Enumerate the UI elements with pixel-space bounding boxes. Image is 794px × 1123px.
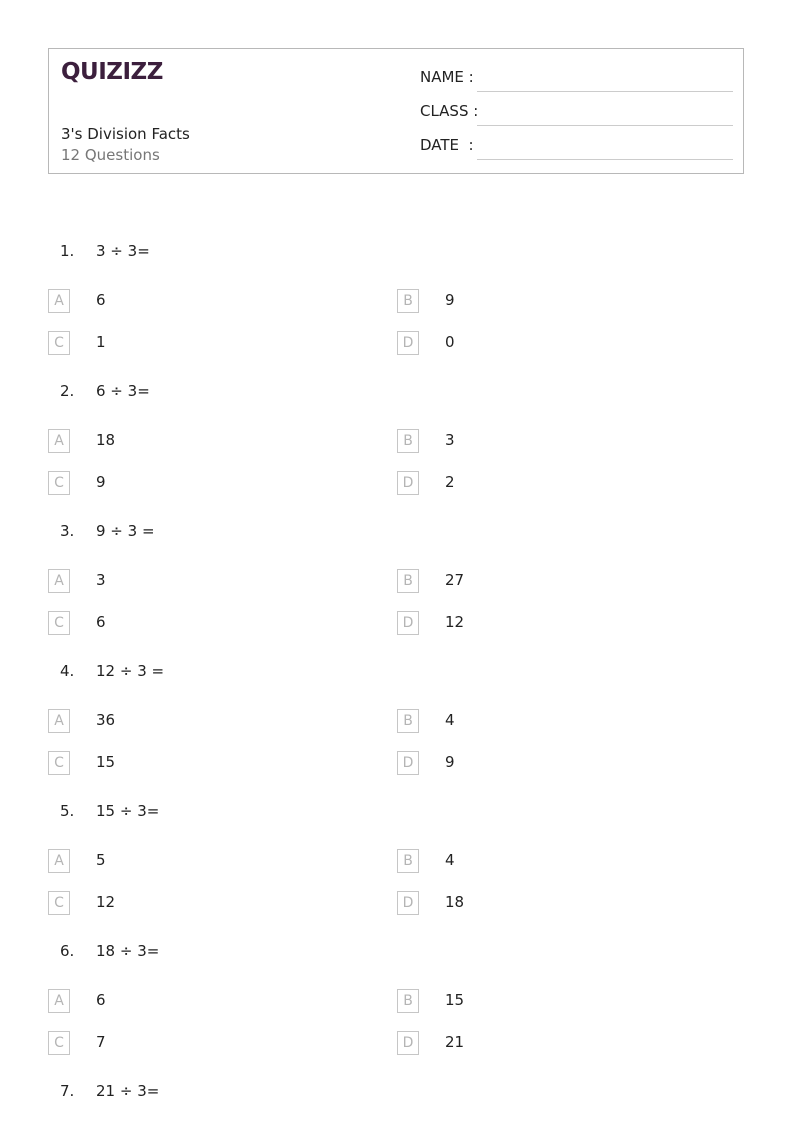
- option-letter-box[interactable]: B: [397, 569, 419, 593]
- option-letter-box[interactable]: C: [48, 471, 70, 495]
- option-text: 21: [445, 1033, 465, 1051]
- option-text: 12: [96, 893, 116, 911]
- option-letter-box[interactable]: D: [397, 611, 419, 635]
- option-letter-box[interactable]: C: [48, 751, 70, 775]
- option-letter-box[interactable]: B: [397, 429, 419, 453]
- option-text: 4: [445, 711, 455, 729]
- option-text: 6: [96, 991, 106, 1009]
- name-label: NAME :: [420, 68, 474, 86]
- class-field[interactable]: CLASS :: [420, 102, 733, 126]
- option-letter-box[interactable]: B: [397, 289, 419, 313]
- question-text: 21 ÷ 3=: [96, 1082, 160, 1100]
- question-number: 3.: [60, 522, 75, 540]
- question-text: 6 ÷ 3=: [96, 382, 150, 400]
- option-letter-box[interactable]: A: [48, 289, 70, 313]
- option-letter-box[interactable]: D: [397, 891, 419, 915]
- option-text: 3: [96, 571, 106, 589]
- option-text: 18: [445, 893, 465, 911]
- question-text: 18 ÷ 3=: [96, 942, 160, 960]
- option-letter-box[interactable]: A: [48, 849, 70, 873]
- option-text: 9: [96, 473, 106, 491]
- option-text: 3: [445, 431, 455, 449]
- option-text: 9: [445, 291, 455, 309]
- option-letter-box[interactable]: A: [48, 709, 70, 733]
- name-line[interactable]: [477, 91, 733, 92]
- question-text: 3 ÷ 3=: [96, 242, 150, 260]
- option-letter-box[interactable]: D: [397, 1031, 419, 1055]
- option-letter-box[interactable]: C: [48, 891, 70, 915]
- option-text: 12: [445, 613, 465, 631]
- option-text: 1: [96, 333, 106, 351]
- option-letter-box[interactable]: C: [48, 1031, 70, 1055]
- quizizz-logo: QUIZIZZ: [61, 59, 163, 85]
- option-text: 6: [96, 291, 106, 309]
- option-letter-box[interactable]: C: [48, 611, 70, 635]
- option-letter-box[interactable]: D: [397, 471, 419, 495]
- question-number: 7.: [60, 1082, 75, 1100]
- question-number: 1.: [60, 242, 75, 260]
- option-letter-box[interactable]: B: [397, 709, 419, 733]
- option-text: 9: [445, 753, 455, 771]
- question-number: 4.: [60, 662, 75, 680]
- question-text: 9 ÷ 3 =: [96, 522, 155, 540]
- worksheet-title: 3's Division Facts: [61, 125, 190, 143]
- option-text: 5: [96, 851, 106, 869]
- option-letter-box[interactable]: B: [397, 849, 419, 873]
- option-text: 2: [445, 473, 455, 491]
- option-text: 15: [96, 753, 116, 771]
- option-text: 27: [445, 571, 465, 589]
- question-text: 15 ÷ 3=: [96, 802, 160, 820]
- date-line[interactable]: [477, 159, 733, 160]
- option-text: 0: [445, 333, 455, 351]
- option-letter-box[interactable]: B: [397, 989, 419, 1013]
- option-text: 4: [445, 851, 455, 869]
- class-line[interactable]: [477, 125, 733, 126]
- question-number: 2.: [60, 382, 75, 400]
- question-number: 5.: [60, 802, 75, 820]
- option-letter-box[interactable]: A: [48, 569, 70, 593]
- option-letter-box[interactable]: C: [48, 331, 70, 355]
- option-text: 36: [96, 711, 116, 729]
- question-text: 12 ÷ 3 =: [96, 662, 165, 680]
- name-field[interactable]: NAME :: [420, 68, 733, 92]
- option-text: 7: [96, 1033, 106, 1051]
- date-field[interactable]: DATE :: [420, 136, 733, 160]
- question-count: 12 Questions: [61, 146, 160, 164]
- option-text: 15: [445, 991, 465, 1009]
- option-letter-box[interactable]: D: [397, 751, 419, 775]
- question-number: 6.: [60, 942, 75, 960]
- option-letter-box[interactable]: D: [397, 331, 419, 355]
- option-letter-box[interactable]: A: [48, 429, 70, 453]
- date-label: DATE :: [420, 136, 474, 154]
- class-label: CLASS :: [420, 102, 479, 120]
- option-letter-box[interactable]: A: [48, 989, 70, 1013]
- option-text: 6: [96, 613, 106, 631]
- option-text: 18: [96, 431, 116, 449]
- worksheet-header: QUIZIZZ 3's Division Facts 12 Questions …: [48, 48, 744, 174]
